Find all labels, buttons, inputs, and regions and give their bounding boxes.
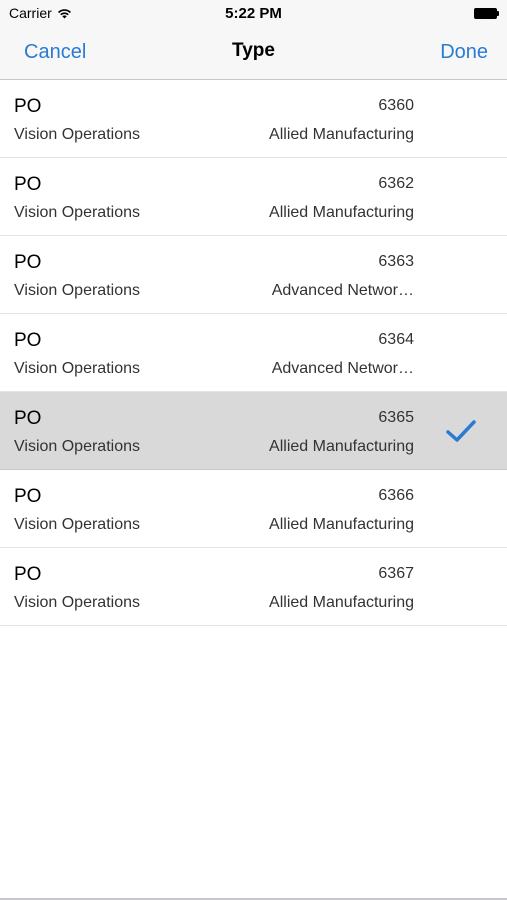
row-organization: Vision Operations bbox=[14, 594, 140, 611]
row-supplier: Advanced Networ… bbox=[271, 282, 414, 299]
row-organization: Vision Operations bbox=[14, 282, 140, 299]
row-organization: Vision Operations bbox=[14, 516, 140, 533]
row-supplier: Advanced Networ… bbox=[271, 360, 414, 377]
row-number: 6367 bbox=[378, 565, 414, 582]
row-type: PO bbox=[14, 252, 42, 273]
row-supplier: Allied Manufacturing bbox=[269, 438, 414, 455]
row-supplier: Allied Manufacturing bbox=[269, 594, 414, 611]
row-type: PO bbox=[14, 330, 42, 351]
row-type: PO bbox=[14, 486, 42, 507]
battery-icon bbox=[474, 8, 499, 19]
row-number: 6365 bbox=[378, 409, 414, 426]
list-item[interactable]: PO 6366 Vision Operations Allied Manufac… bbox=[0, 470, 507, 548]
row-number: 6360 bbox=[378, 97, 414, 114]
list-item[interactable]: PO 6360 Vision Operations Allied Manufac… bbox=[0, 80, 507, 158]
list-item[interactable]: PO 6367 Vision Operations Allied Manufac… bbox=[0, 548, 507, 626]
row-supplier: Allied Manufacturing bbox=[269, 126, 414, 143]
list-item[interactable]: PO 6364 Vision Operations Advanced Netwo… bbox=[0, 314, 507, 392]
navigation-bar: Cancel Type Done bbox=[0, 28, 507, 80]
row-type: PO bbox=[14, 408, 42, 429]
list-item[interactable]: PO 6365 Vision Operations Allied Manufac… bbox=[0, 392, 507, 470]
row-organization: Vision Operations bbox=[14, 204, 140, 221]
status-bar: Carrier 5:22 PM bbox=[0, 0, 507, 28]
row-supplier: Allied Manufacturing bbox=[269, 516, 414, 533]
row-number: 6362 bbox=[378, 175, 414, 192]
checkmark-icon bbox=[446, 420, 476, 442]
row-number: 6363 bbox=[378, 253, 414, 270]
row-supplier: Allied Manufacturing bbox=[269, 204, 414, 221]
row-number: 6364 bbox=[378, 331, 414, 348]
done-button[interactable]: Done bbox=[440, 41, 488, 64]
row-organization: Vision Operations bbox=[14, 438, 140, 455]
list-item[interactable]: PO 6362 Vision Operations Allied Manufac… bbox=[0, 158, 507, 236]
row-organization: Vision Operations bbox=[14, 126, 140, 143]
row-type: PO bbox=[14, 174, 42, 195]
status-time: 5:22 PM bbox=[225, 5, 282, 22]
type-list: PO 6360 Vision Operations Allied Manufac… bbox=[0, 80, 507, 626]
list-item[interactable]: PO 6363 Vision Operations Advanced Netwo… bbox=[0, 236, 507, 314]
row-type: PO bbox=[14, 564, 42, 585]
row-type: PO bbox=[14, 96, 42, 117]
cancel-button[interactable]: Cancel bbox=[24, 41, 86, 64]
row-number: 6366 bbox=[378, 487, 414, 504]
row-organization: Vision Operations bbox=[14, 360, 140, 377]
